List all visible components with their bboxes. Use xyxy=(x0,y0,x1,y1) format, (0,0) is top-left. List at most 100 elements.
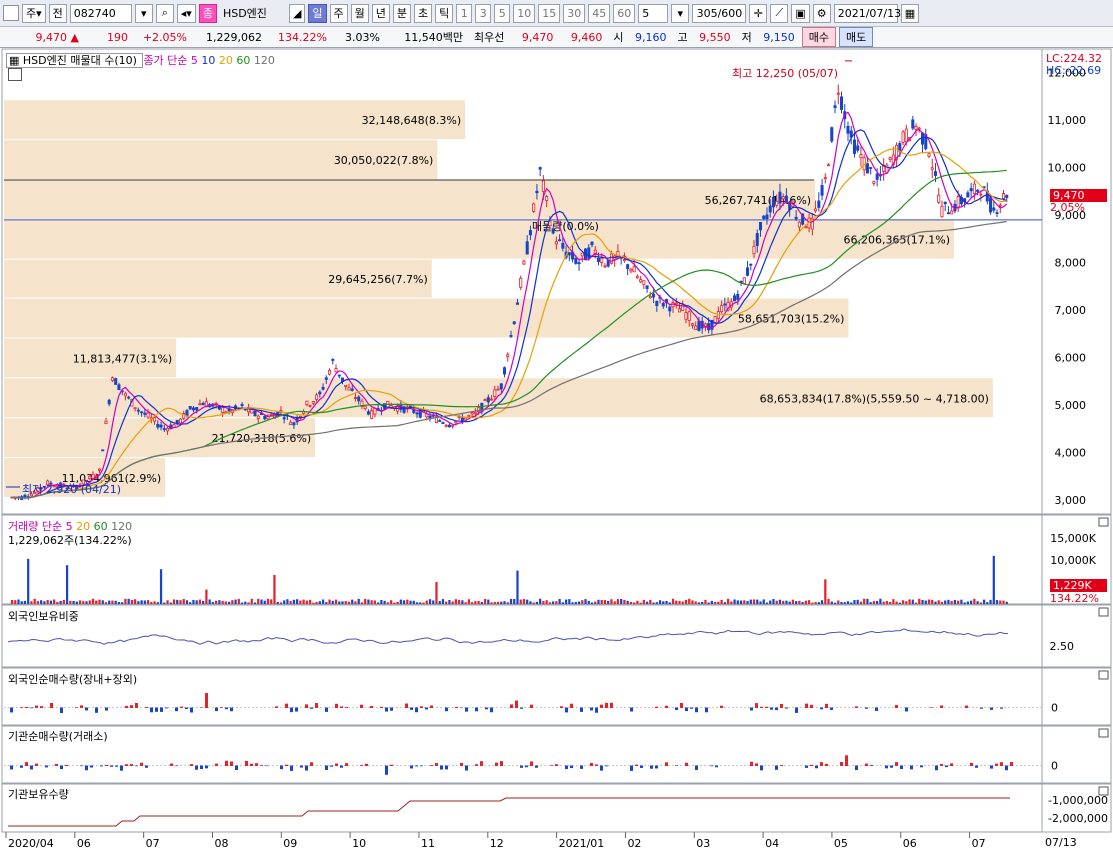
volume-bar xyxy=(620,599,623,604)
foreign-net-bar xyxy=(285,703,288,708)
volume-bar xyxy=(221,600,224,604)
period-minute[interactable]: 분 xyxy=(392,3,412,23)
inst-net-pane-close-icon[interactable] xyxy=(1098,728,1109,738)
inst-net-bar xyxy=(330,765,333,767)
prev-button[interactable]: 전 xyxy=(48,3,67,23)
candle-body xyxy=(1005,195,1009,199)
inst-net-bar xyxy=(260,765,263,766)
volume-bar xyxy=(65,565,69,604)
chart-area[interactable]: 68,653,834(17.8%)(5,559.50 ~ 4,718.00) 58… xyxy=(0,48,1113,851)
crosshair-icon[interactable]: ✛ xyxy=(749,3,768,23)
foreign-net-title[interactable]: 외국인순매수량(장내+장외) xyxy=(8,671,137,687)
foreign-net-bar xyxy=(85,707,88,711)
name-corner-icon[interactable]: ◢ xyxy=(288,3,306,23)
volume-bar xyxy=(807,600,811,604)
volume-pane-close-icon[interactable] xyxy=(1098,517,1109,527)
foreign-net-bar xyxy=(750,707,753,711)
inst-net-bar xyxy=(1010,762,1013,766)
search-icon[interactable]: ⌕ xyxy=(155,3,174,23)
candle-body xyxy=(914,125,918,130)
date-input[interactable]: 2021/07/13 xyxy=(833,3,901,23)
foreign-net-bar xyxy=(205,693,208,708)
volume-bar xyxy=(652,602,655,604)
buy-button[interactable]: 매수 xyxy=(801,27,836,47)
period-type-select[interactable]: 주 ▾ xyxy=(22,3,46,23)
inst-net-bar xyxy=(10,765,13,770)
volume-bar xyxy=(824,579,827,604)
interval-45[interactable]: 45 xyxy=(588,3,611,23)
inst-net-bar xyxy=(60,765,63,770)
volume-bar xyxy=(684,599,688,604)
foreign-ratio-pane-close-icon[interactable] xyxy=(1098,607,1109,617)
interval-5[interactable]: 5 xyxy=(494,3,511,23)
period-second[interactable]: 초 xyxy=(414,3,433,23)
period-year[interactable]: 년 xyxy=(371,3,390,23)
volume-bar xyxy=(960,599,963,604)
interval-3[interactable]: 3 xyxy=(475,3,492,23)
grid-icon[interactable] xyxy=(3,5,19,21)
count-input[interactable]: 305/600 xyxy=(692,3,747,23)
line-tool-icon[interactable]: ⟋ xyxy=(770,3,789,23)
open-label: 시 xyxy=(613,31,624,44)
interval-dropdown[interactable]: ▾ xyxy=(671,3,690,23)
foreign-ratio-title[interactable]: 외국인보유비중 xyxy=(8,608,79,624)
foreign-net-pane-close-icon[interactable] xyxy=(1098,670,1109,680)
inst-hold-title[interactable]: 기관보유수량 xyxy=(8,786,69,802)
foreign-net-bar xyxy=(490,707,493,713)
candle-body xyxy=(470,412,474,415)
foreign-ratio-axis-label: 2.50 xyxy=(1050,640,1075,653)
period-week[interactable]: 주 xyxy=(329,3,348,23)
volume-bar xyxy=(289,601,292,604)
save-icon[interactable]: ▣ xyxy=(791,3,810,23)
candle-body xyxy=(872,181,876,184)
foreign-net-bar xyxy=(690,707,693,709)
candle-body xyxy=(506,354,510,357)
stock-code-input[interactable]: 082740 xyxy=(69,3,132,23)
volume-bar xyxy=(95,600,98,604)
volume-bar xyxy=(438,601,441,604)
volume-bar xyxy=(908,599,911,604)
last-pct-marker: 2.05% xyxy=(1050,201,1085,214)
interval-15[interactable]: 15 xyxy=(538,3,561,23)
foreign-net-bar xyxy=(520,707,523,709)
calendar-icon[interactable]: ▦ xyxy=(900,3,920,23)
period-month[interactable]: 월 xyxy=(350,3,369,23)
period-tick[interactable]: 틱 xyxy=(435,3,454,23)
candle-body xyxy=(324,377,328,380)
sell-button[interactable]: 매도 xyxy=(839,27,874,47)
interval-30[interactable]: 30 xyxy=(563,3,586,23)
period-day[interactable]: 일 xyxy=(308,3,327,23)
quote-volume: 1,229,062 xyxy=(206,30,262,44)
interval-1[interactable]: 1 xyxy=(456,3,473,23)
volume-bar xyxy=(613,601,616,604)
candle-body xyxy=(661,302,665,307)
candle-body xyxy=(762,215,766,219)
price-chart-svg[interactable]: 68,653,834(17.8%)(5,559.50 ~ 4,718.00)58… xyxy=(0,48,1113,851)
foreign-net-bar xyxy=(765,706,768,708)
sound-icon[interactable]: ◂▾ xyxy=(176,3,196,23)
volume-bar xyxy=(704,599,707,604)
volume-profile-label[interactable]: ▦ HSD엔진 매물대 수(10) xyxy=(6,53,144,68)
candle-body xyxy=(269,413,273,416)
inst-net-title[interactable]: 기관순매수량(거래소) xyxy=(8,728,108,744)
code-dropdown[interactable]: ▾ xyxy=(134,3,153,23)
candle-body xyxy=(114,378,118,385)
inst-net-bar xyxy=(970,762,973,766)
inst-net-bar xyxy=(205,765,208,769)
ma-label[interactable]: 종가 단순 xyxy=(143,54,187,67)
settings-grid-icon[interactable] xyxy=(8,68,22,81)
x-axis-label: 02 xyxy=(627,837,641,850)
hc-value: HC:-22.69 xyxy=(1046,64,1102,77)
interval-60[interactable]: 60 xyxy=(613,3,636,23)
volume-bar xyxy=(121,602,124,604)
candle-body xyxy=(690,323,694,326)
interval-input[interactable]: 5 xyxy=(638,3,669,23)
interval-10[interactable]: 10 xyxy=(513,3,536,23)
volume-bar xyxy=(989,599,992,604)
volume-bar xyxy=(367,599,370,604)
volume-bar xyxy=(82,601,85,604)
foreign-net-bar xyxy=(185,707,188,709)
gear-icon[interactable]: ⚙ xyxy=(812,3,831,23)
inst-net-bar xyxy=(340,765,343,768)
inst-net-bar xyxy=(435,763,438,766)
